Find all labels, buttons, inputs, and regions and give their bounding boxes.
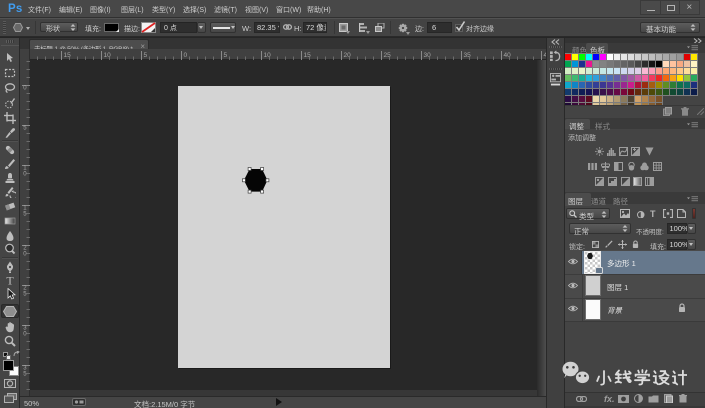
svg-text:0: 0 [23, 86, 27, 92]
svg-text:5: 5 [23, 372, 27, 378]
svg-text:0: 0 [23, 172, 27, 178]
svg-text:35: 35 [464, 52, 472, 59]
svg-text:T: T [6, 274, 14, 286]
svg-text:0: 0 [23, 252, 27, 258]
svg-text:40: 40 [504, 52, 512, 59]
svg-text:15: 15 [64, 52, 72, 59]
svg-text:5: 5 [23, 212, 27, 218]
svg-text:15: 15 [304, 52, 312, 59]
svg-text:5: 5 [144, 52, 148, 59]
svg-text:0: 0 [23, 332, 27, 338]
svg-text:5: 5 [23, 126, 27, 132]
svg-text:5: 5 [23, 292, 27, 298]
svg-text:20: 20 [344, 52, 352, 59]
svg-text:0: 0 [184, 52, 188, 59]
svg-text:10: 10 [104, 52, 112, 59]
svg-text:10: 10 [264, 52, 272, 59]
svg-text:5: 5 [224, 52, 228, 59]
svg-text:30: 30 [424, 52, 432, 59]
svg-text:25: 25 [384, 52, 392, 59]
